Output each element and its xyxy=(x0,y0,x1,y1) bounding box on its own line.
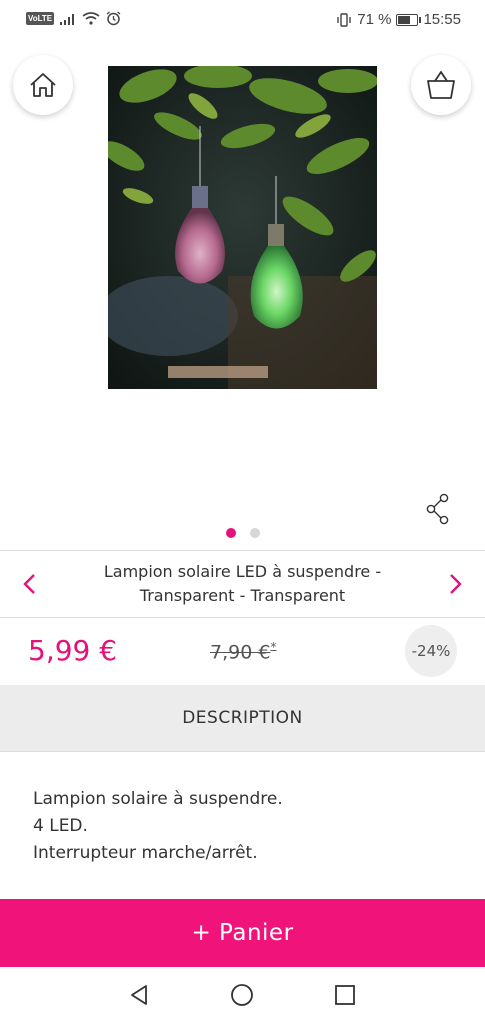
clock: 15:55 xyxy=(423,11,461,28)
share-button[interactable] xyxy=(424,493,452,525)
back-button[interactable] xyxy=(125,981,153,1009)
battery-percent: 71 % xyxy=(357,11,392,28)
vibrate-icon xyxy=(337,12,351,27)
product-title-line-1: Lampion solaire LED à suspendre - xyxy=(103,562,382,581)
battery-level xyxy=(398,15,410,24)
description-line: 4 LED. xyxy=(33,816,88,836)
pagination-dot[interactable] xyxy=(249,528,260,538)
alarm-icon xyxy=(106,11,121,26)
home-circle-icon xyxy=(231,984,253,1006)
status-left: VoLTE xyxy=(26,11,121,26)
next-product-button[interactable] xyxy=(441,566,471,602)
product-photo xyxy=(108,66,377,389)
description-header[interactable]: DESCRIPTION xyxy=(0,685,485,751)
chevron-right-icon xyxy=(450,574,462,594)
product-image[interactable] xyxy=(108,66,377,389)
signal-icon xyxy=(60,13,75,25)
pagination-dot[interactable] xyxy=(225,528,236,538)
old-price-mark: * xyxy=(270,640,277,654)
product-title-row: Lampion solaire LED à suspendre - Transp… xyxy=(0,551,485,617)
old-price-value: 7,90 € xyxy=(210,641,271,664)
image-pagination xyxy=(0,528,485,538)
system-navigation-bar xyxy=(0,967,485,1024)
old-price: 7,90 €* xyxy=(210,640,276,663)
share-icon xyxy=(426,493,449,525)
add-to-cart-button[interactable]: + Panier xyxy=(0,899,485,967)
home-icon xyxy=(30,73,56,97)
previous-product-button[interactable] xyxy=(14,566,44,602)
volte-badge: VoLTE xyxy=(26,12,55,25)
status-bar: VoLTE 71 % 15:55 xyxy=(0,0,485,40)
product-title-line-2: Transparent - Transparent xyxy=(139,586,346,605)
shopping-bag-icon xyxy=(427,71,455,99)
product-title: Lampion solaire LED à suspendre - Transp… xyxy=(70,560,415,608)
recents-square-icon xyxy=(335,985,355,1005)
price-row: 5,99 € 7,90 €* -24% xyxy=(0,618,485,684)
wifi-icon xyxy=(82,12,100,25)
status-right: 71 % 15:55 xyxy=(336,11,461,28)
description-line: Interrupteur marche/arrêt. xyxy=(33,843,258,863)
current-price: 5,99 € xyxy=(28,634,118,667)
home-nav-button[interactable] xyxy=(228,981,256,1009)
home-button[interactable] xyxy=(13,55,73,115)
description-body: Lampion solaire à suspendre. 4 LED. Inte… xyxy=(33,786,283,867)
cart-button[interactable] xyxy=(411,55,471,115)
chevron-left-icon xyxy=(23,574,35,594)
battery-icon xyxy=(396,13,422,26)
back-triangle-icon xyxy=(131,985,147,1005)
discount-badge: -24% xyxy=(405,625,457,677)
divider xyxy=(0,751,485,752)
description-line: Lampion solaire à suspendre. xyxy=(33,789,283,809)
recent-apps-button[interactable] xyxy=(331,981,359,1009)
